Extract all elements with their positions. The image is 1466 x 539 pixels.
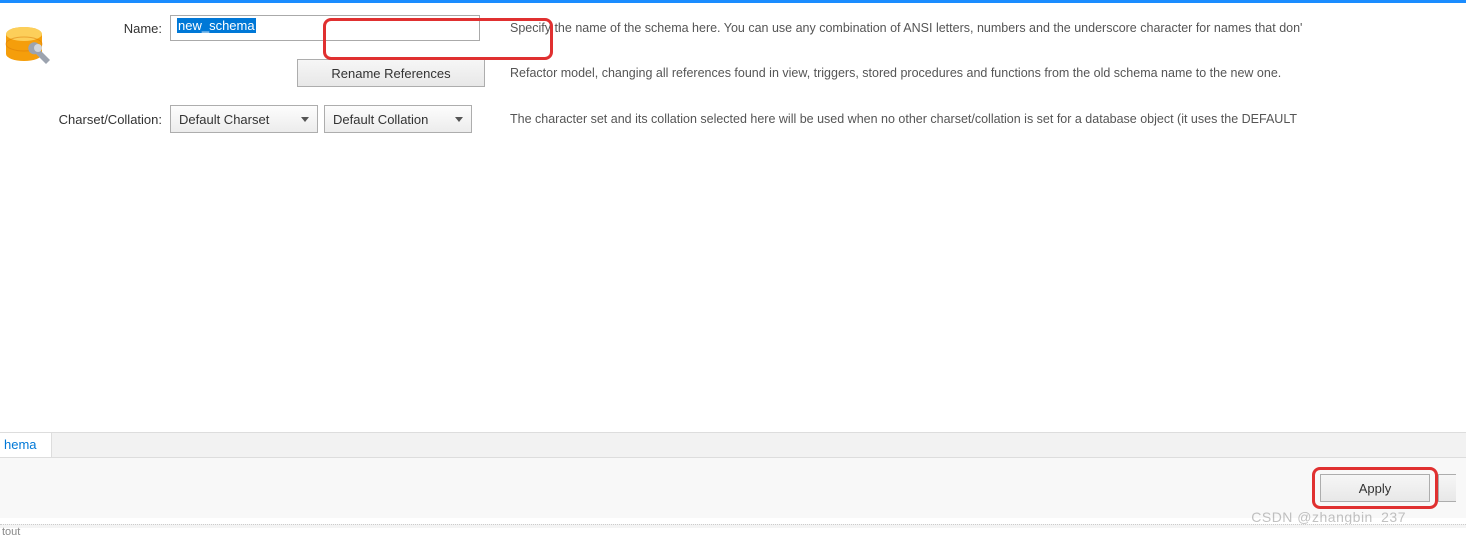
window-top-accent — [0, 0, 1466, 3]
collation-select[interactable]: Default Collation — [324, 105, 472, 133]
apply-button[interactable]: Apply — [1320, 474, 1430, 502]
tab-bar: hema — [0, 432, 1466, 458]
charset-label: Charset/Collation: — [20, 112, 170, 127]
footer-label: tout — [2, 526, 20, 538]
schema-name-input[interactable]: new_schema — [170, 15, 480, 41]
action-bar: Apply — [0, 458, 1466, 518]
rename-references-button[interactable]: Rename References — [297, 59, 485, 87]
name-label: Name: — [60, 21, 170, 36]
charset-select[interactable]: Default Charset — [170, 105, 318, 133]
collation-value: Default Collation — [333, 112, 428, 127]
charset-value: Default Charset — [179, 112, 269, 127]
footer-separator — [0, 524, 1466, 528]
tab-schema[interactable]: hema — [0, 433, 52, 457]
schema-form: Name: new_schema Specify the name of the… — [0, 5, 1466, 425]
partial-button-edge[interactable] — [1438, 474, 1456, 502]
rename-description: Refactor model, changing all references … — [485, 66, 1466, 80]
charset-description: The character set and its collation sele… — [485, 112, 1466, 126]
name-description: Specify the name of the schema here. You… — [485, 21, 1466, 35]
schema-name-value: new_schema — [177, 18, 256, 33]
